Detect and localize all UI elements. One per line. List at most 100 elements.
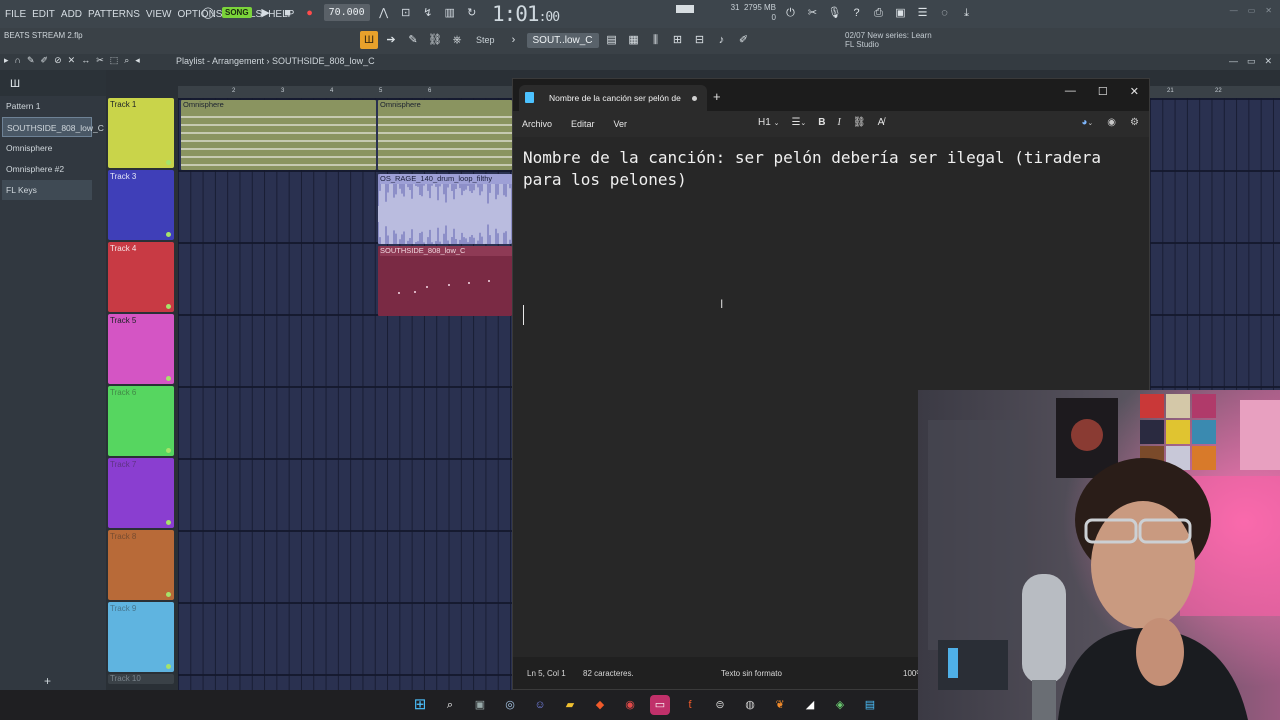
chevron-right-icon[interactable]: ›	[505, 31, 523, 49]
tempo-display[interactable]: 70.000	[323, 4, 370, 21]
file-explorer-icon[interactable]: ▰	[560, 695, 580, 715]
channel-rack-icon[interactable]: ▦	[625, 31, 643, 49]
brush-icon[interactable]: ✐	[41, 55, 49, 66]
notepad-tab[interactable]: Nombre de la canción ser pelón de	[519, 85, 707, 111]
pattern-selector[interactable]: SOUT..low_C	[526, 32, 599, 48]
menu-ver[interactable]: Ver	[614, 119, 628, 129]
playlist-minimize-icon[interactable]: —	[1229, 56, 1238, 67]
tf-app-icon[interactable]: ƭ	[680, 695, 700, 715]
zoom-icon[interactable]: ⌕	[124, 55, 129, 66]
menu-archivo[interactable]: Archivo	[522, 119, 552, 129]
playlist-icon[interactable]: ▤	[603, 31, 621, 49]
chrome-icon[interactable]: ◉	[620, 695, 640, 715]
capcut-icon[interactable]: ◢	[800, 695, 820, 715]
arrangement-grid-right[interactable]	[1150, 98, 1280, 390]
notepad-taskbar-icon[interactable]: ▤	[860, 695, 880, 715]
plugin-icon[interactable]: ⊞	[669, 31, 687, 49]
track-header-9[interactable]: Track 9	[108, 602, 174, 672]
picker-item-808[interactable]: SOUTHSIDE_808_low_C	[2, 117, 104, 137]
record-icon[interactable]: ●	[302, 5, 318, 21]
menu-file[interactable]: FILE	[5, 9, 26, 20]
fl-minimize-icon[interactable]: —	[1230, 6, 1238, 15]
track-active-dot[interactable]	[166, 304, 171, 309]
add-track-icon[interactable]: +	[44, 674, 51, 688]
reset-icon[interactable]: ⏻	[782, 5, 799, 22]
menu-add[interactable]: ADD	[61, 9, 82, 20]
menu-editar[interactable]: Editar	[571, 119, 595, 129]
magnet-icon[interactable]: ∩	[15, 55, 21, 66]
task-view-icon[interactable]: ▣	[470, 695, 490, 715]
track-header-6[interactable]: Track 6	[108, 386, 174, 456]
heading-dropdown[interactable]: H1 ⌄	[758, 117, 779, 128]
hint-panel[interactable]: 02/07 New series: Learn FL Studio	[845, 31, 932, 49]
playlist-menu-icon[interactable]: ▸	[4, 55, 9, 66]
menu-edit[interactable]: EDIT	[32, 9, 55, 20]
playlist-maximize-icon[interactable]: ▭	[1247, 56, 1256, 67]
stamp-icon[interactable]: ⎈	[448, 31, 466, 49]
streaming-app-icon[interactable]: ▭	[650, 695, 670, 715]
arrow-icon[interactable]: ➔	[382, 31, 400, 49]
track-header-8[interactable]: Track 8	[108, 530, 174, 600]
italic-icon[interactable]: I	[838, 117, 841, 128]
clip-drum-loop[interactable]: OS_RAGE_140_drum_loop_filthy	[378, 174, 512, 244]
pattern-song-icon[interactable]: ◯	[200, 5, 216, 21]
mic-icon[interactable]: 🎙	[826, 5, 843, 22]
countdown-icon[interactable]: ↯	[420, 5, 436, 21]
picker-item-pattern-1[interactable]: Pattern 1	[2, 96, 92, 116]
stop-icon[interactable]: ■	[280, 5, 296, 21]
controller-icon[interactable]: ⊜	[710, 695, 730, 715]
maximize-icon[interactable]: ☐	[1098, 85, 1108, 98]
link-icon[interactable]: ⛓	[853, 117, 866, 128]
windows-start-icon[interactable]: ⊞	[410, 695, 430, 715]
slice-icon[interactable]: ✂	[96, 55, 104, 66]
song-mode-toggle[interactable]: SONG	[222, 7, 252, 18]
account-icon[interactable]: ◉	[1107, 117, 1116, 128]
track-header-10[interactable]: Track 10	[108, 674, 174, 684]
save-icon[interactable]: ▣	[892, 5, 909, 22]
help-icon[interactable]: ?	[848, 5, 865, 22]
play-icon[interactable]: ▶	[258, 5, 274, 21]
render-icon[interactable]: ⎙	[870, 5, 887, 22]
draw-icon[interactable]: ✎	[404, 31, 422, 49]
track-header-5[interactable]: Track 5	[108, 314, 174, 384]
brave-icon[interactable]: ◆	[590, 695, 610, 715]
picker-item-fl-keys[interactable]: FL Keys	[2, 180, 92, 200]
track-active-dot[interactable]	[166, 664, 171, 669]
metronome-icon[interactable]: ⋀	[376, 5, 392, 21]
link-icon[interactable]: ⛓	[426, 31, 444, 49]
loop-record-icon[interactable]: ↻	[464, 5, 480, 21]
list-icon[interactable]: ☰⌄	[791, 117, 806, 128]
settings-icon[interactable]: ⚙	[1130, 117, 1139, 128]
track-active-dot[interactable]	[166, 160, 171, 165]
track-active-dot[interactable]	[166, 448, 171, 453]
bold-icon[interactable]: B	[818, 117, 825, 128]
pencil-icon[interactable]: ✐	[735, 31, 753, 49]
timeline-ruler[interactable]: 2 3 4 5 6	[178, 86, 518, 98]
playlist-close-icon[interactable]: ✕	[1264, 56, 1272, 67]
mixer-window-icon[interactable]: ⫼	[647, 31, 665, 49]
mixer-icon[interactable]: ☰	[914, 5, 931, 22]
fl-maximize-icon[interactable]: ▭	[1248, 6, 1256, 15]
track-active-dot[interactable]	[166, 376, 171, 381]
track-header-7[interactable]: Track 7	[108, 458, 174, 528]
arrangement-grid[interactable]: Omnisphere Omnisphere OS_RAGE_140_drum_l…	[178, 98, 512, 690]
clear-format-icon[interactable]: A̸	[878, 117, 885, 128]
track-active-dot[interactable]	[166, 520, 171, 525]
track-active-dot[interactable]	[166, 592, 171, 597]
piano-roll-icon[interactable]: Ш	[360, 31, 378, 49]
picker-item-omnisphere[interactable]: Omnisphere	[2, 138, 92, 158]
track-header-1[interactable]: Track 1	[108, 98, 174, 168]
picker-toggle-icon[interactable]: Ш	[10, 78, 20, 90]
delete-icon[interactable]: ⊘	[54, 55, 62, 66]
timeline-ruler-right[interactable]: 21 22	[1150, 86, 1280, 98]
copilot-icon[interactable]: ◕⌄	[1081, 117, 1093, 128]
fl-studio-icon[interactable]: ❦	[770, 695, 790, 715]
download-icon[interactable]: ⤓	[958, 5, 975, 22]
obs-icon[interactable]: ◍	[740, 695, 760, 715]
close-icon[interactable]: ✕	[1130, 85, 1139, 98]
menu-patterns[interactable]: PATTERNS	[88, 9, 140, 20]
steam-icon[interactable]: ◎	[500, 695, 520, 715]
slip-icon[interactable]: ↔	[81, 55, 90, 66]
track-header-3[interactable]: Track 3	[108, 170, 174, 240]
cut-icon[interactable]: ✂	[804, 5, 821, 22]
